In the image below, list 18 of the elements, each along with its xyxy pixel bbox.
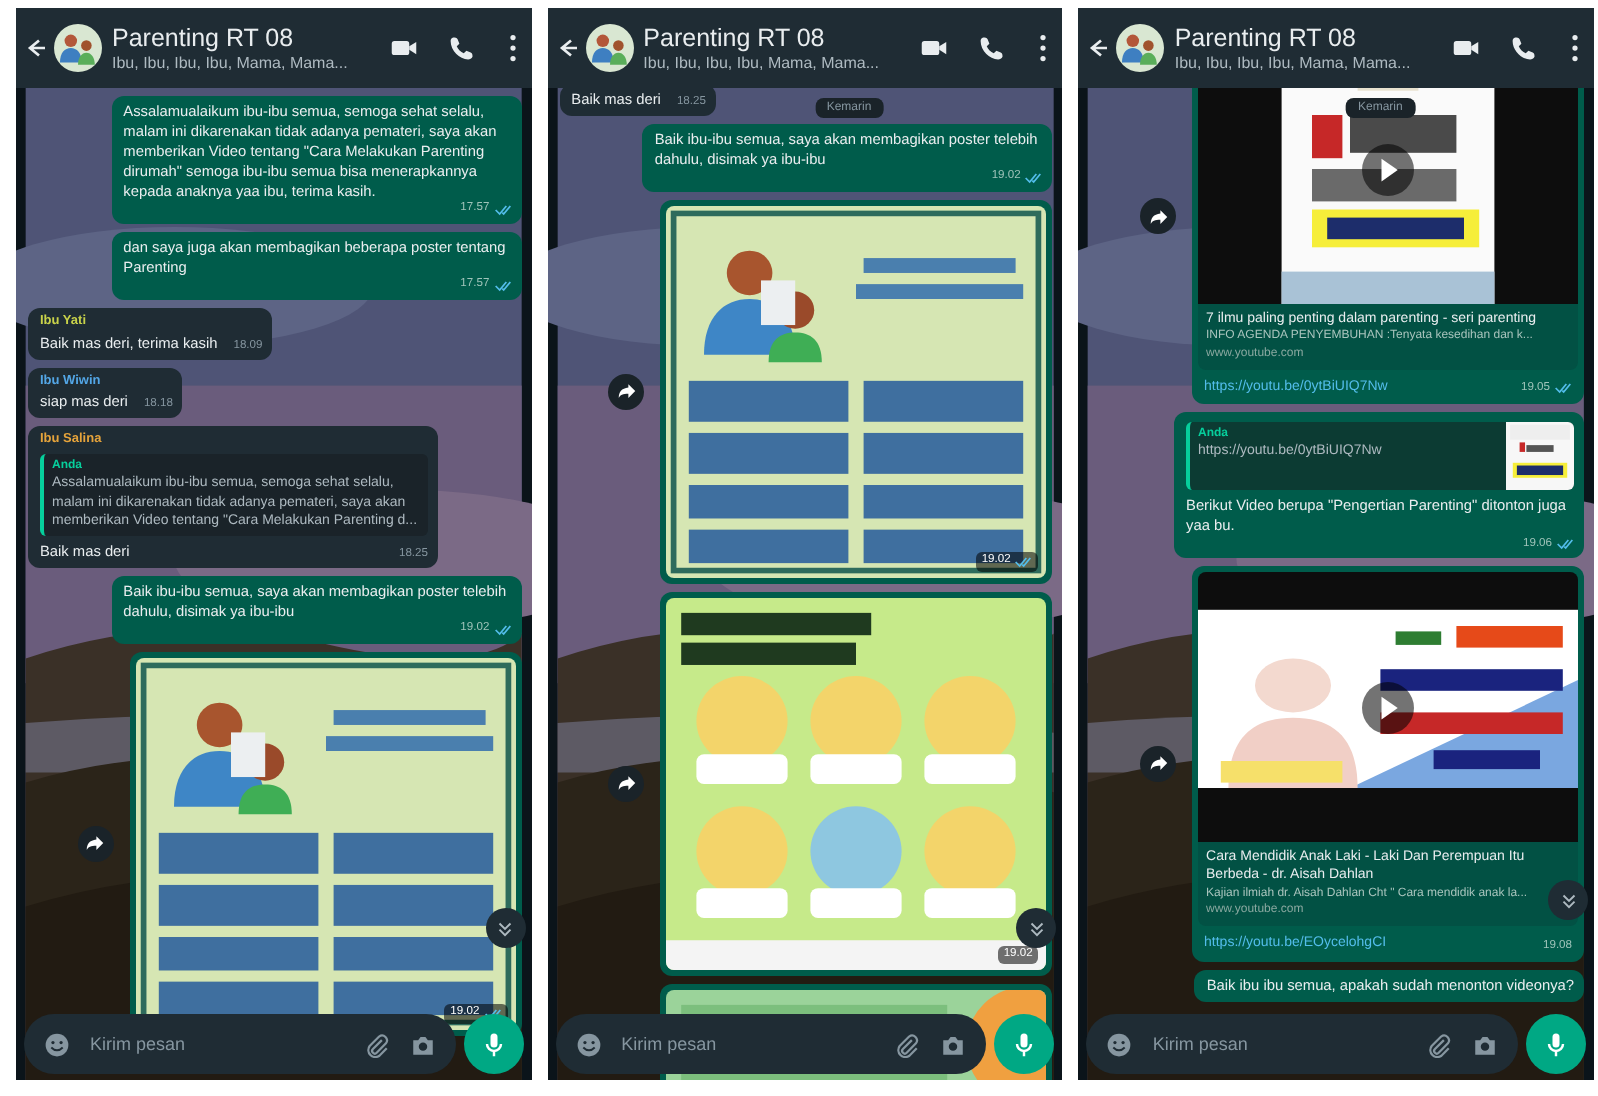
more-options-icon[interactable] [505, 34, 520, 62]
back-arrow-icon[interactable] [1086, 36, 1111, 60]
group-avatar-icon[interactable] [54, 24, 102, 72]
chat-members: Ibu, Ibu, Ibu, Ibu, Mama, Mama... [643, 54, 882, 72]
phone-call-icon[interactable] [978, 34, 1007, 62]
chat-title: Parenting RT 08 [643, 24, 827, 52]
back-arrow-icon[interactable] [24, 36, 48, 60]
group-avatar-icon[interactable] [585, 24, 634, 72]
chat-title: Parenting RT 08 [112, 24, 296, 52]
group-avatar-icon[interactable] [1116, 24, 1165, 72]
chat-members: Ibu, Ibu, Ibu, Ibu, Mama, Mama... [112, 54, 350, 72]
phone-call-icon[interactable] [447, 34, 476, 62]
more-options-icon[interactable] [1568, 34, 1583, 62]
more-options-icon[interactable] [1036, 34, 1051, 62]
phone-call-icon[interactable] [1510, 34, 1539, 62]
chat-title: Parenting RT 08 [1174, 24, 1358, 52]
back-arrow-icon[interactable] [555, 36, 580, 60]
chat-members: Ibu, Ibu, Ibu, Ibu, Mama, Mama... [1174, 54, 1413, 72]
